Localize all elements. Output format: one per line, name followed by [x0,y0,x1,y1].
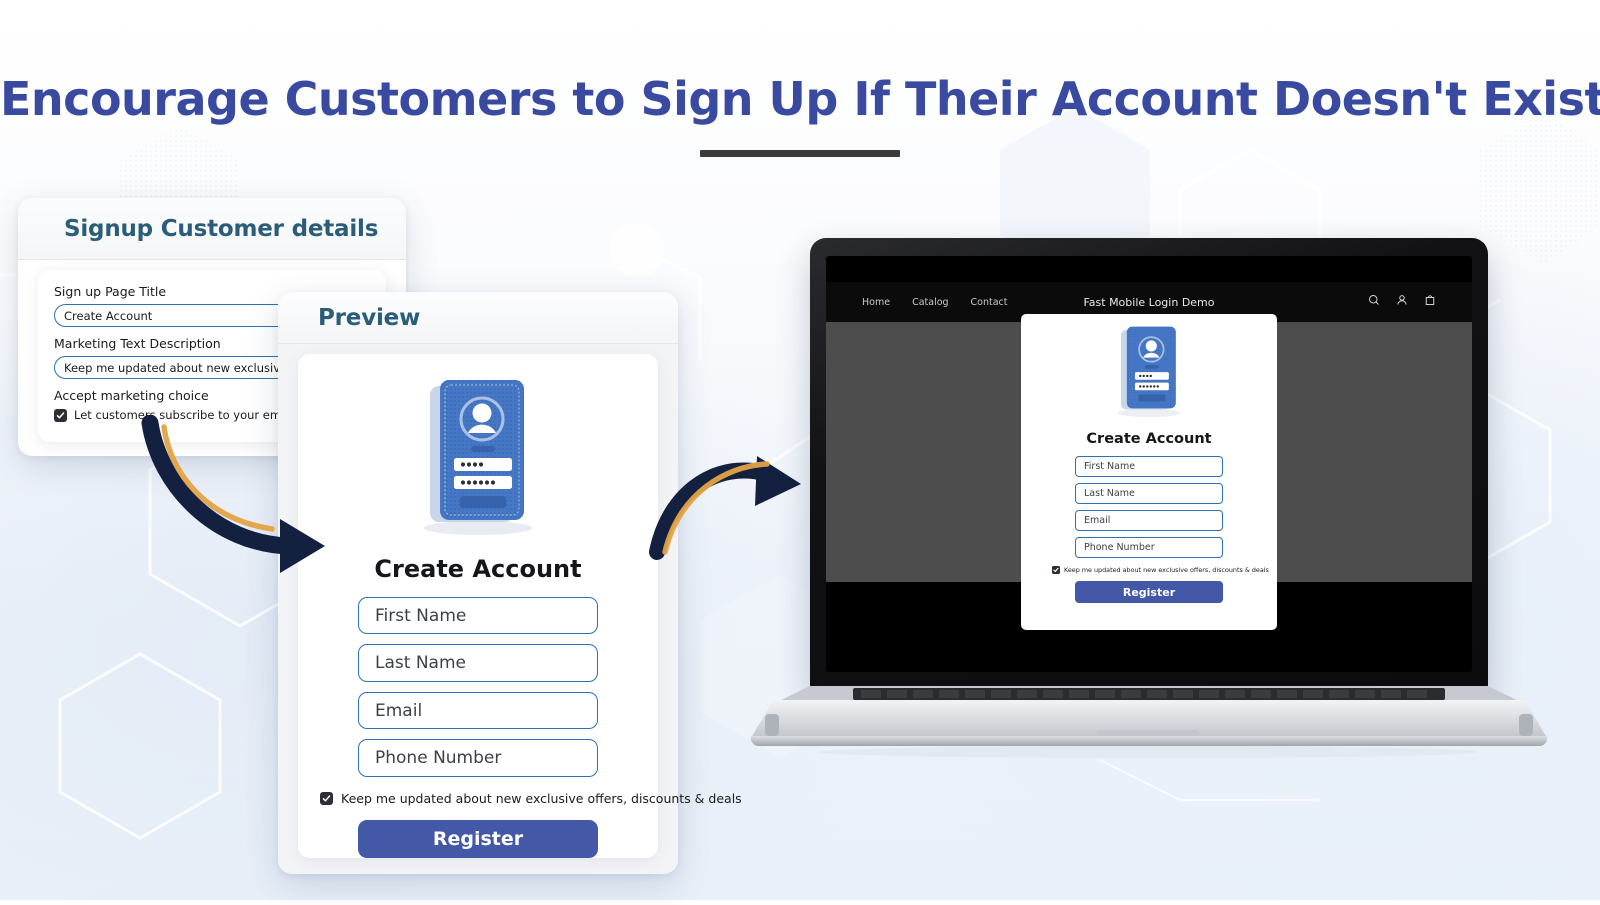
cart-icon[interactable] [1424,293,1436,311]
settings-panel-title: Signup Customer details [64,215,379,242]
preview-email-input[interactable]: Email [358,691,598,730]
nav-link-catalog[interactable]: Catalog [912,297,948,308]
modal-register-button[interactable]: Register [1075,581,1223,603]
title-underline [700,150,900,157]
modal-email-input[interactable]: Email [1075,510,1223,531]
mobile-login-illustration [418,376,538,541]
modal-last-name-input[interactable]: Last Name [1075,483,1223,504]
checkmark-icon[interactable] [1052,566,1060,574]
modal-form-title: Create Account [1086,431,1212,447]
checkmark-icon[interactable] [54,408,67,422]
preview-panel-header: Preview [278,292,678,344]
search-icon[interactable] [1368,293,1380,311]
modal-consent-label: Keep me updated about new exclusive offe… [1064,566,1269,574]
modal-first-name-input[interactable]: First Name [1075,456,1223,477]
site-nav-icons [1368,293,1436,311]
preview-form-card: Create Account First Name Last Name Emai… [298,354,742,858]
site-nav-links: Home Catalog Contact [862,297,1008,308]
laptop-lid: Home Catalog Contact Fast Mobile Login D… [810,238,1488,690]
mobile-login-illustration [1114,324,1184,423]
preview-phone-number-input[interactable]: Phone Number [358,739,598,777]
preview-last-name-input[interactable]: Last Name [358,644,598,682]
preview-panel: Preview Create Account First Name Last N… [278,292,742,874]
preview-consent-label: Keep me updated about new exclusive offe… [341,790,742,806]
nav-link-contact[interactable]: Contact [971,297,1008,308]
account-icon[interactable] [1396,293,1408,311]
laptop-screen: Home Catalog Contact Fast Mobile Login D… [826,256,1472,672]
preview-first-name-input[interactable]: First Name [358,597,598,635]
modal-consent-checkbox-row[interactable]: Keep me updated about new exclusive offe… [1038,566,1269,574]
nav-link-home[interactable]: Home [862,297,890,308]
preview-consent-checkbox-row[interactable]: Keep me updated about new exclusive offe… [310,791,742,806]
page-title: Encourage Customers to Sign Up If Their … [0,72,1600,126]
checkmark-icon[interactable] [320,791,333,805]
page-header: Encourage Customers to Sign Up If Their … [0,72,1600,157]
preview-panel-title: Preview [318,304,421,331]
settings-panel-header: Signup Customer details [18,198,406,260]
preview-register-button[interactable]: Register [358,819,598,858]
signup-modal: Create Account First Name Last Name Emai… [1021,314,1277,630]
modal-phone-number-input[interactable]: Phone Number [1075,537,1223,558]
preview-form-title: Create Account [374,555,582,583]
laptop-base [735,686,1563,758]
laptop-mockup: Home Catalog Contact Fast Mobile Login D… [735,238,1563,758]
